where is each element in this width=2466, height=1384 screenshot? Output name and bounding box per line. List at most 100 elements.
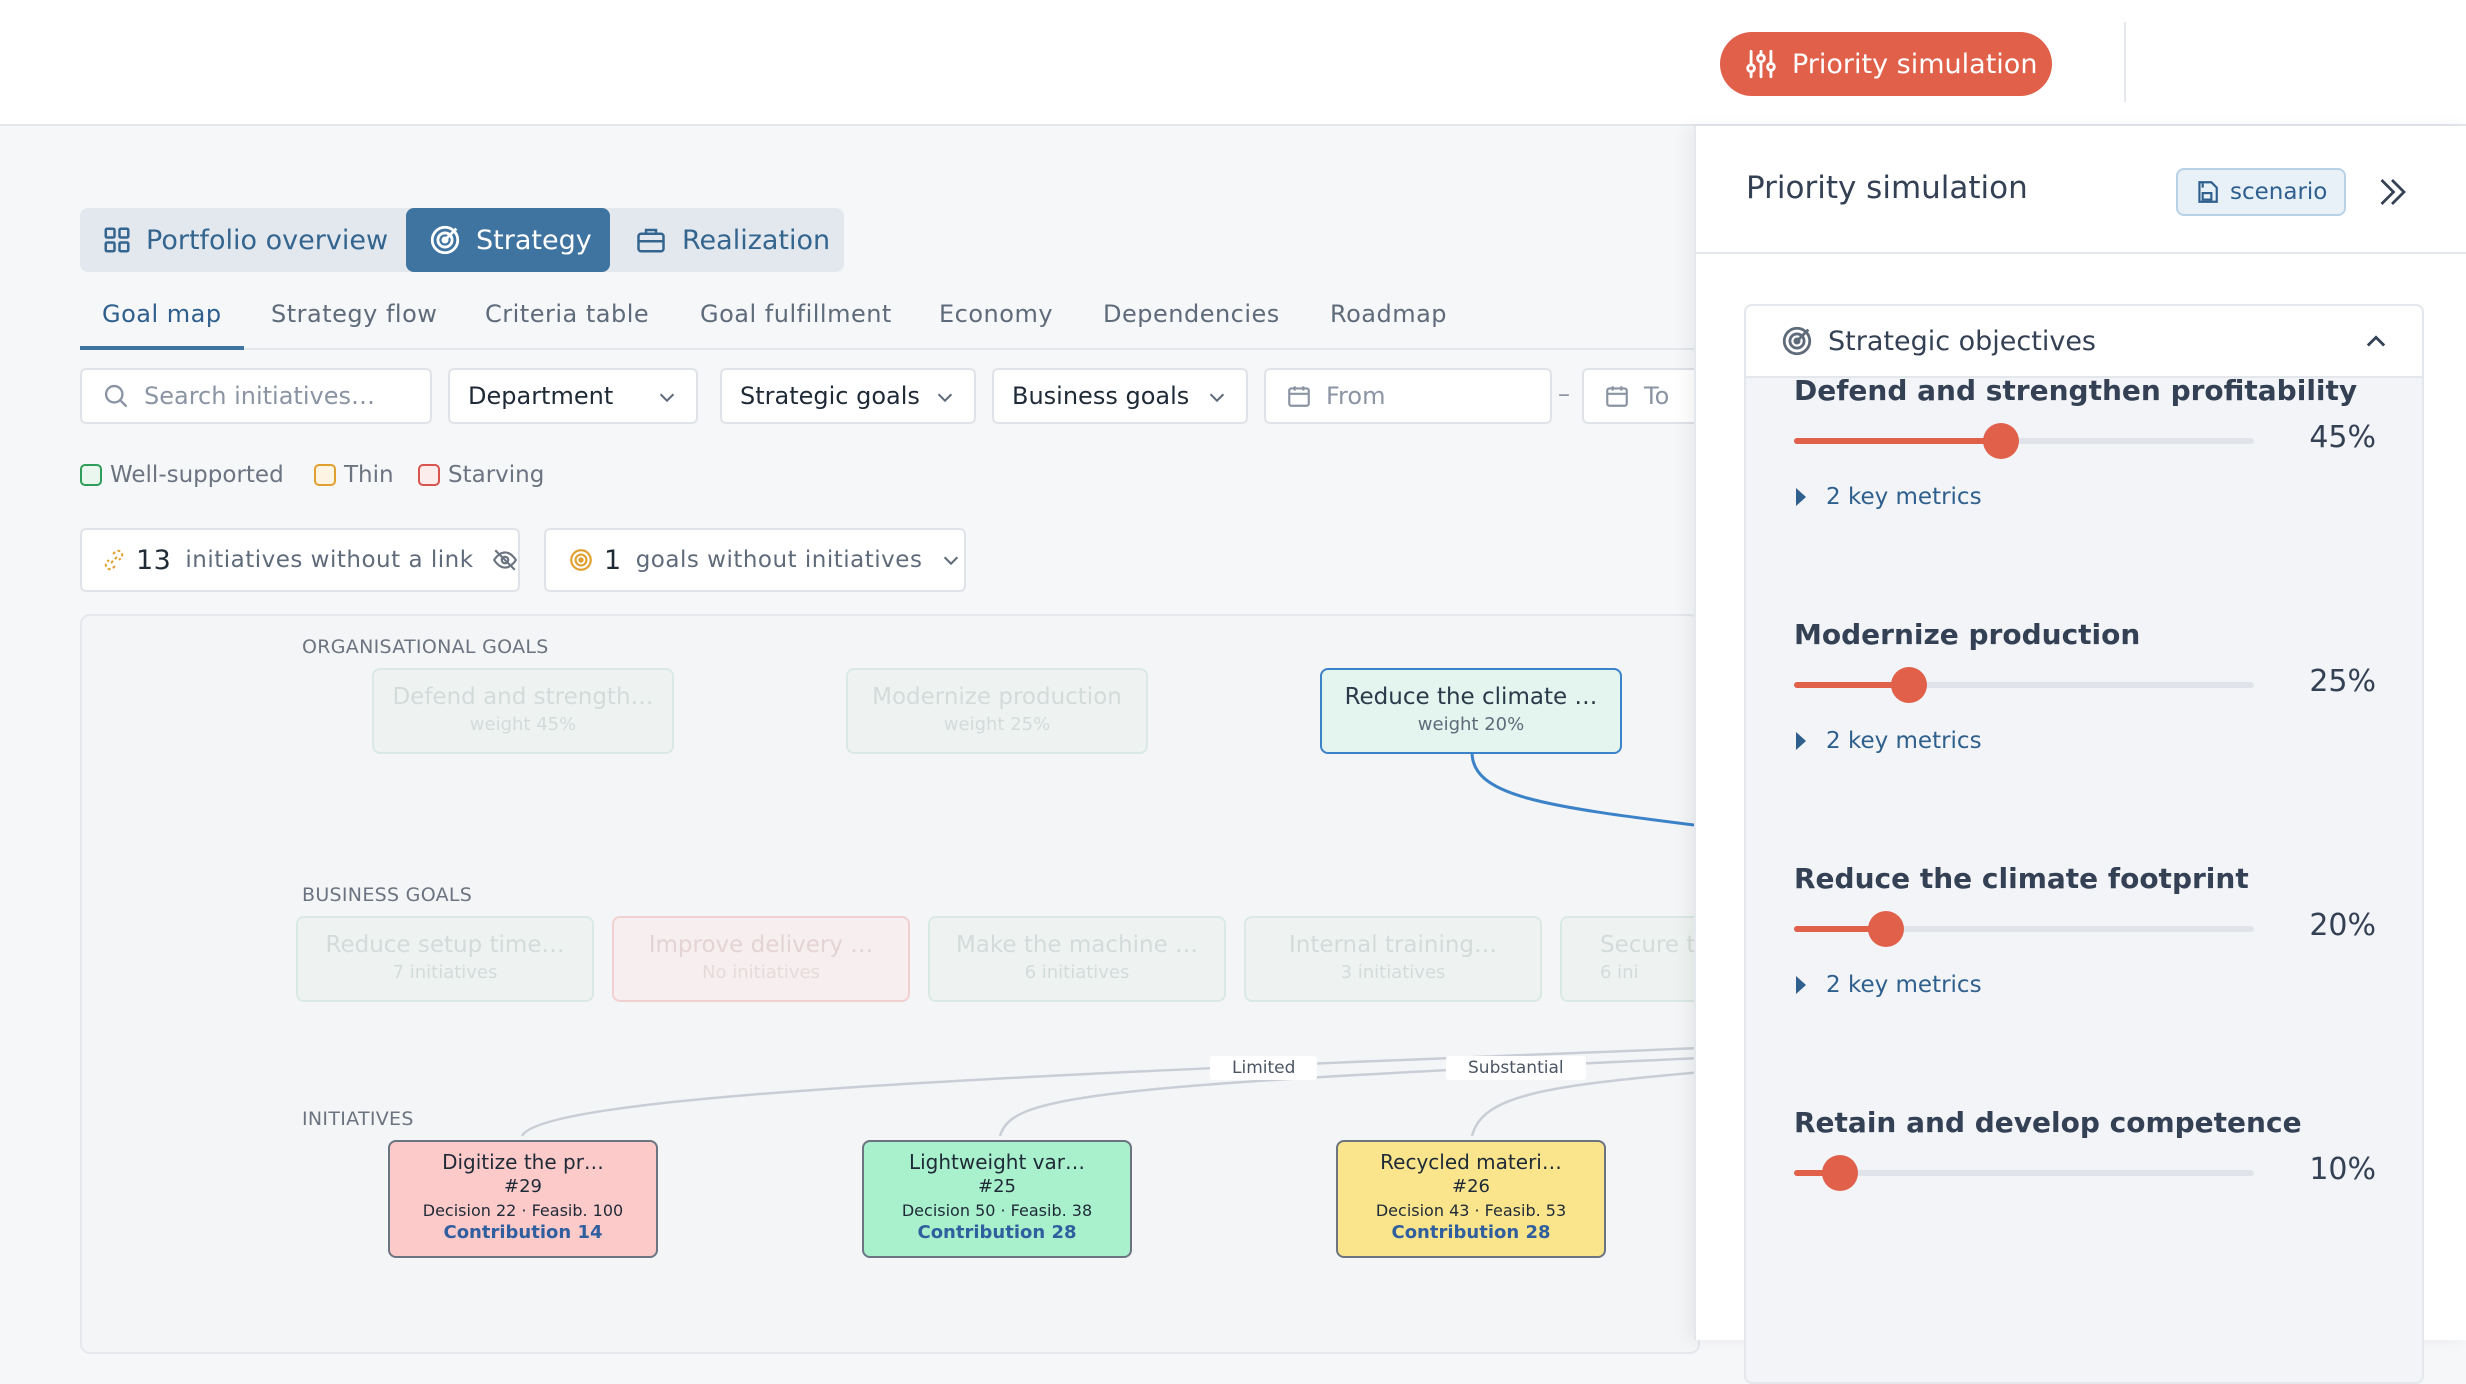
objective-slider[interactable] (1794, 423, 2254, 459)
objective-name: Modernize production (1794, 618, 2141, 651)
save-scenario-button[interactable]: scenario (2176, 168, 2346, 216)
from-date-input[interactable]: From (1264, 368, 1552, 424)
view-tab-label: Strategy (476, 224, 592, 256)
collapse-panel-icon[interactable] (2374, 174, 2410, 210)
chevron-up-icon[interactable] (2362, 328, 2390, 356)
section-title: Strategic objectives (1828, 325, 2096, 357)
org-goal-node-selected[interactable]: Reduce the climate … weight 20% (1320, 668, 1622, 754)
initiative-contribution: Contribution 28 (1391, 1222, 1551, 1243)
subtab-roadmap[interactable]: Roadmap (1330, 300, 1447, 350)
goal-count: 3 initiatives (1340, 962, 1446, 983)
legend-label: Well-supported (110, 462, 284, 488)
priority-simulation-panel: Priority simulation scenario Strategic o… (1694, 126, 2466, 1384)
objective-slider[interactable] (1794, 911, 2254, 947)
chevron-down-icon (656, 386, 678, 408)
subtab-criteria-table[interactable]: Criteria table (485, 300, 649, 350)
search-icon (102, 382, 130, 410)
chevron-down-icon (934, 386, 956, 408)
unlinked-initiatives-alert[interactable]: 13 initiatives without a link (80, 528, 520, 592)
priority-simulation-button[interactable]: Priority simulation (1720, 32, 2052, 96)
biz-goal-node[interactable]: Secure t 6 ini (1560, 916, 1698, 1002)
key-metrics-toggle[interactable]: 2 key metrics (1794, 972, 1982, 998)
goals-label: goals without initiatives (635, 547, 923, 573)
goal-title: Modernize production (872, 684, 1122, 710)
target-icon (1780, 324, 1814, 358)
edge-label-limited: Limited (1210, 1056, 1318, 1080)
grid-icon (102, 225, 132, 255)
initiative-detail: Decision 22 · Feasib. 100 (422, 1201, 624, 1220)
biz-goal-node[interactable]: Reduce setup time… 7 initiatives (296, 916, 594, 1002)
biz-goal-node[interactable]: Internal training… 3 initiatives (1244, 916, 1542, 1002)
strategic-objectives-header[interactable]: Strategic objectives (1746, 306, 2422, 378)
view-tab-portfolio-overview[interactable]: Portfolio overview (80, 208, 404, 272)
initiative-contribution: Contribution 28 (917, 1222, 1077, 1243)
subtab-goal-fulfillment[interactable]: Goal fulfillment (700, 300, 892, 350)
topbar-divider (2124, 22, 2126, 102)
target-icon (428, 223, 462, 257)
initiative-card[interactable]: Lightweight var… #25 Decision 50 · Feasi… (862, 1140, 1132, 1258)
key-metrics-toggle[interactable]: 2 key metrics (1794, 484, 1982, 510)
view-tab-realization[interactable]: Realization (612, 208, 844, 272)
biz-goal-node[interactable]: Improve delivery … No initiatives (612, 916, 910, 1002)
org-goal-node[interactable]: Defend and strength… weight 45% (372, 668, 674, 754)
caret-right-icon (1794, 974, 1808, 996)
legend-swatch (314, 464, 336, 486)
goal-count: 6 initiatives (1024, 962, 1130, 983)
calendar-icon (1286, 383, 1312, 409)
subtab-strategy-flow[interactable]: Strategy flow (271, 300, 437, 350)
initiative-number: #29 (504, 1176, 542, 1197)
goals-count: 1 (604, 544, 622, 576)
goal-weight: weight 45% (469, 714, 577, 735)
objective-percent: 10% (2309, 1152, 2376, 1187)
slider-knob[interactable] (1983, 423, 2019, 459)
objective-name: Reduce the climate footprint (1794, 862, 2249, 895)
slider-knob[interactable] (1822, 1155, 1858, 1191)
key-metrics-label: 2 key metrics (1826, 972, 1982, 998)
initiative-number: #25 (978, 1176, 1016, 1197)
business-goals-label: Business goals (1012, 382, 1190, 410)
objective-name: Retain and develop competence (1794, 1106, 2302, 1139)
objective-slider[interactable] (1794, 1155, 2254, 1191)
goal-count: No initiatives (702, 962, 820, 983)
strategic-goals-label: Strategic goals (740, 382, 920, 410)
chevron-down-icon (940, 549, 962, 571)
initiative-card[interactable]: Recycled materi… #26 Decision 43 · Feasi… (1336, 1140, 1606, 1258)
key-metrics-toggle[interactable]: 2 key metrics (1794, 728, 1982, 754)
goals-without-initiatives-alert[interactable]: 1 goals without initiatives (544, 528, 966, 592)
objective-slider[interactable] (1794, 667, 2254, 703)
sliders-icon (1744, 47, 1778, 81)
org-goal-node[interactable]: Modernize production weight 25% (846, 668, 1148, 754)
subtab-goal-map[interactable]: Goal map (102, 300, 222, 350)
slider-knob[interactable] (1891, 667, 1927, 703)
initiative-title: Recycled materi… (1380, 1150, 1562, 1174)
department-select[interactable]: Department (448, 368, 698, 424)
scenario-label: scenario (2230, 179, 2328, 205)
search-input[interactable]: Search initiatives… (80, 368, 432, 424)
caret-right-icon (1794, 730, 1808, 752)
to-date-input[interactable]: To (1582, 368, 1702, 424)
biz-goals-label: BUSINESS GOALS (302, 884, 473, 906)
subtab-economy[interactable]: Economy (939, 300, 1053, 350)
slider-knob[interactable] (1868, 911, 1904, 947)
target-icon (568, 547, 594, 573)
view-tab-label: Portfolio overview (146, 224, 389, 256)
view-tab-strategy[interactable]: Strategy (406, 208, 610, 272)
eye-off-icon[interactable] (492, 547, 518, 573)
search-placeholder: Search initiatives… (144, 382, 375, 410)
initiative-detail: Decision 43 · Feasib. 53 (1375, 1201, 1567, 1220)
goal-title: Make the machine … (955, 932, 1199, 958)
panel-divider (1696, 252, 2466, 254)
biz-goal-node[interactable]: Make the machine … 6 initiatives (928, 916, 1226, 1002)
legend-well-supported: Well-supported (80, 462, 284, 488)
briefcase-icon (634, 225, 668, 255)
goal-map-canvas[interactable]: ORGANISATIONAL GOALS BUSINESS GOALS INIT… (80, 614, 1700, 1354)
strategic-goals-select[interactable]: Strategic goals (720, 368, 976, 424)
org-goals-label: ORGANISATIONAL GOALS (302, 636, 549, 658)
goal-title: Internal training… (1288, 932, 1498, 958)
caret-right-icon (1794, 486, 1808, 508)
business-goals-select[interactable]: Business goals (992, 368, 1248, 424)
initiative-card[interactable]: Digitize the pr… #29 Decision 22 · Feasi… (388, 1140, 658, 1258)
subtab-dependencies[interactable]: Dependencies (1103, 300, 1280, 350)
legend-starving: Starving (418, 462, 544, 488)
goal-title: Secure t (1600, 932, 1696, 958)
